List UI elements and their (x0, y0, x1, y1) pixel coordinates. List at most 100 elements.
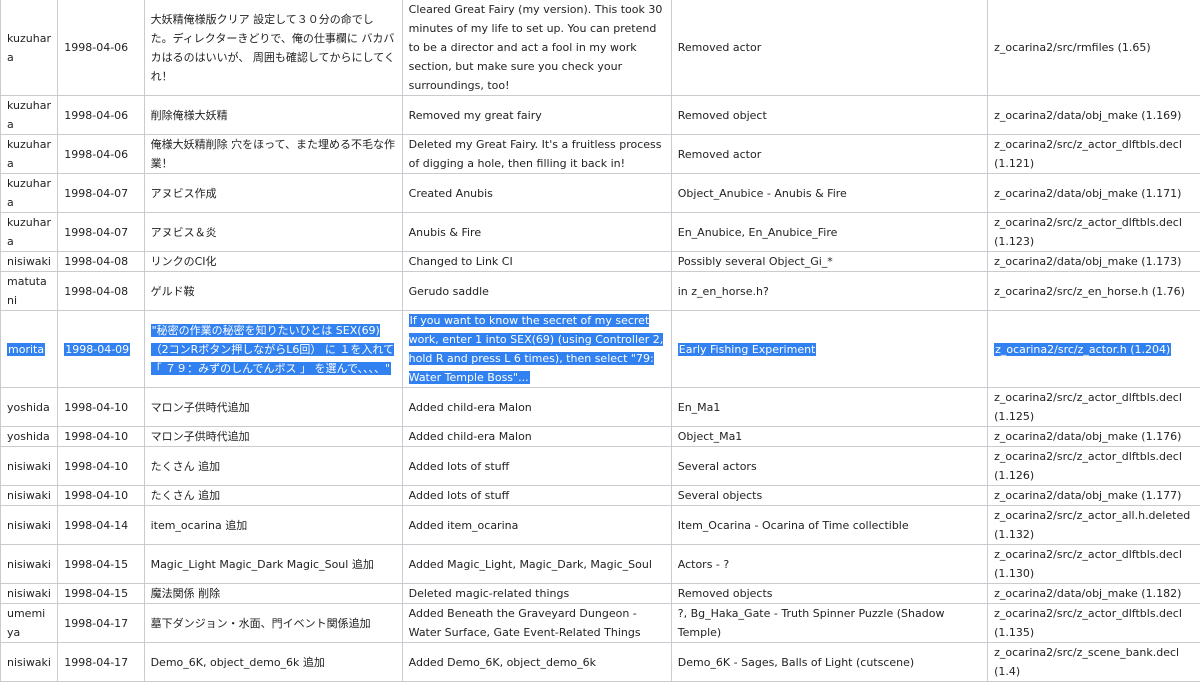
translation-cell: Added lots of stuff (402, 447, 671, 486)
author-cell-text: kuzuhara (7, 138, 51, 170)
notes-cell-text: Possibly several Object_Gi_* (678, 255, 833, 268)
author-cell-text: kuzuhara (7, 177, 51, 209)
author-cell: morita (1, 311, 58, 388)
date-cell: 1998-04-10 (58, 447, 144, 486)
date-cell-text: 1998-04-07 (64, 187, 128, 200)
date-cell: 1998-04-10 (58, 486, 144, 506)
date-cell-text: 1998-04-06 (64, 109, 128, 122)
translation-cell: Added Magic_Light, Magic_Dark, Magic_Sou… (402, 545, 671, 584)
date-cell: 1998-04-07 (58, 213, 144, 252)
table-row[interactable]: kuzuhara1998-04-07アヌビス作成Created AnubisOb… (1, 174, 1200, 213)
author-cell-text: yoshida (7, 401, 50, 414)
table-row[interactable]: nisiwaki1998-04-17Demo_6K, object_demo_6… (1, 643, 1200, 682)
file-revision-cell-text: z_ocarina2/data/obj_make (1.176) (994, 430, 1181, 443)
japanese-message-cell: 大妖精俺様版クリア 設定して３０分の命でした。ディレクターきどりで、俺の仕事欄に… (144, 0, 402, 96)
author-cell-text: kuzuhara (7, 32, 51, 64)
notes-cell-text: Actors - ? (678, 558, 729, 571)
japanese-message-cell: 墓下ダンジョン・水面、門イベント関係追加 (144, 604, 402, 643)
table-row[interactable]: kuzuhara 1998-04-06 大妖精俺様版クリア 設定して３０分の命でした… (1, 0, 1200, 96)
notes-cell: Actors - ? (671, 545, 987, 584)
translation-cell: If you want to know the secret of my sec… (402, 311, 671, 388)
japanese-message-cell: たくさん 追加 (144, 486, 402, 506)
author-cell: yoshida (1, 388, 58, 427)
author-cell-text: kuzuhara (7, 99, 51, 131)
date-cell-text: 1998-04-08 (64, 255, 128, 268)
date-cell-text: 1998-04-15 (64, 558, 128, 571)
date-cell-text: 1998-04-06 (64, 148, 128, 161)
japanese-message-cell: アヌビス作成 (144, 174, 402, 213)
translation-cell-text: Added child-era Malon (409, 430, 532, 443)
author-cell-text: kuzuhara (7, 216, 51, 248)
japanese-message-cell: Magic_Light Magic_Dark Magic_Soul 追加 (144, 545, 402, 584)
japanese-message-cell: 魔法関係 削除 (144, 584, 402, 604)
table-row[interactable]: nisiwaki 1998-04-15 Magic_Light Magic_Dark… (1, 545, 1200, 584)
table-row[interactable]: matutani1998-04-08ゲルド鞍Gerudo saddlein z_… (1, 272, 1200, 311)
file-revision-cell-text: z_ocarina2/src/z_en_horse.h (1.76) (994, 285, 1185, 298)
file-revision-cell: z_ocarina2/src/z_en_horse.h (1.76) (988, 272, 1200, 311)
notes-cell-text: En_Anubice, En_Anubice_Fire (678, 226, 838, 239)
author-cell-text: nisiwaki (7, 558, 51, 571)
japanese-message-cell-text: アヌビス＆炎 (151, 226, 217, 239)
table-row[interactable]: nisiwaki1998-04-10たくさん 追加Added lots of s… (1, 447, 1200, 486)
table-row[interactable]: kuzuhara1998-04-06削除俺様大妖精Removed my grea… (1, 96, 1200, 135)
table-row[interactable]: yoshida1998-04-10マロン子供時代追加Added child-er… (1, 388, 1200, 427)
file-revision-cell-text: z_ocarina2/data/obj_make (1.173) (994, 255, 1181, 268)
file-revision-cell-text: z_ocarina2/data/obj_make (1.182) (994, 587, 1181, 600)
file-revision-cell-text: z_ocarina2/src/z_actor.h (1.204) (994, 343, 1171, 356)
file-revision-cell: z_ocarina2/src/z_actor_dlftbls.decl (1.1… (988, 447, 1200, 486)
translation-cell-text: Added Demo_6K, object_demo_6k (409, 656, 596, 669)
table-row[interactable]: kuzuhara1998-04-07アヌビス＆炎Anubis & FireEn_… (1, 213, 1200, 252)
author-cell: kuzuhara (1, 0, 58, 96)
table-row[interactable]: kuzuhara 1998-04-06 俺様大妖精削除 穴をほって、また埋める不毛な… (1, 135, 1200, 174)
notes-cell-text: Demo_6K - Sages, Balls of Light (cutscen… (678, 656, 914, 669)
file-revision-cell-text: z_ocarina2/src/z_scene_bank.decl (1.4) (994, 646, 1179, 678)
japanese-message-cell-text: マロン子供時代追加 (151, 430, 250, 443)
translation-cell: Added lots of stuff (402, 486, 671, 506)
japanese-message-cell: 俺様大妖精削除 穴をほって、また埋める不毛な作業！ (144, 135, 402, 174)
japanese-message-cell: アヌビス＆炎 (144, 213, 402, 252)
author-cell: nisiwaki (1, 584, 58, 604)
translation-cell: Cleared Great Fairy (my version). This t… (402, 0, 671, 96)
file-revision-cell: z_ocarina2/data/obj_make (1.182) (988, 584, 1200, 604)
author-cell-text: yoshida (7, 430, 50, 443)
japanese-message-cell-text: 魔法関係 削除 (151, 587, 221, 600)
date-cell: 1998-04-15 (58, 545, 144, 584)
table-row[interactable]: umemiya1998-04-17墓下ダンジョン・水面、門イベント関係追加Add… (1, 604, 1200, 643)
file-revision-cell-text: z_ocarina2/data/obj_make (1.171) (994, 187, 1181, 200)
date-cell: 1998-04-06 (58, 0, 144, 96)
notes-cell-text: Removed actor (678, 148, 761, 161)
commit-log-table: kuzuhara 1998-04-06 大妖精俺様版クリア 設定して３０分の命でした… (0, 0, 1200, 682)
file-revision-cell: z_ocarina2/data/obj_make (1.173) (988, 252, 1200, 272)
file-revision-cell: z_ocarina2/src/rmfiles (1.65) (988, 0, 1200, 96)
date-cell-text: 1998-04-10 (64, 430, 128, 443)
author-cell-text: nisiwaki (7, 587, 51, 600)
japanese-message-cell-text: Demo_6K, object_demo_6k 追加 (151, 656, 325, 669)
notes-cell: Object_Ma1 (671, 427, 987, 447)
table-row[interactable]: nisiwaki1998-04-14item_ocarina 追加Added i… (1, 506, 1200, 545)
table-row-selected[interactable]: morita1998-04-09"秘密の作業の秘密を知りたいひとは SEX(69… (1, 311, 1200, 388)
notes-cell: Several objects (671, 486, 987, 506)
table-row[interactable]: nisiwaki1998-04-15魔法関係 削除Deleted magic-r… (1, 584, 1200, 604)
notes-cell: Removed actor (671, 135, 987, 174)
translation-cell-text: Created Anubis (409, 187, 493, 200)
author-cell-text: nisiwaki (7, 519, 51, 532)
file-revision-cell: z_ocarina2/src/z_actor_dlftbls.decl (1.1… (988, 388, 1200, 427)
table-row[interactable]: nisiwaki1998-04-10たくさん 追加Added lots of s… (1, 486, 1200, 506)
file-revision-cell: z_ocarina2/src/z_actor_all.h.deleted (1.… (988, 506, 1200, 545)
file-revision-cell: z_ocarina2/src/z_actor.h (1.204) (988, 311, 1200, 388)
author-cell: yoshida (1, 427, 58, 447)
japanese-message-cell: マロン子供時代追加 (144, 427, 402, 447)
notes-cell-text: in z_en_horse.h? (678, 285, 769, 298)
file-revision-cell: z_ocarina2/src/z_actor_dlftbls.decl (1.1… (988, 545, 1200, 584)
translation-cell-text: Changed to Link CI (409, 255, 513, 268)
table-row[interactable]: nisiwaki1998-04-08リンクのCI化Changed to Link… (1, 252, 1200, 272)
translation-cell-text: Added child-era Malon (409, 401, 532, 414)
translation-cell-text: Deleted magic-related things (409, 587, 570, 600)
date-cell-text: 1998-04-08 (64, 285, 128, 298)
japanese-message-cell-text: Magic_Light Magic_Dark Magic_Soul 追加 (151, 558, 374, 571)
translation-cell-text: Added item_ocarina (409, 519, 519, 532)
translation-cell: Deleted my Great Fairy. It's a fruitless… (402, 135, 671, 174)
date-cell-text: 1998-04-06 (64, 41, 128, 54)
japanese-message-cell: item_ocarina 追加 (144, 506, 402, 545)
table-row[interactable]: yoshida 1998-04-10 マロン子供時代追加 Added child-er… (1, 427, 1200, 447)
